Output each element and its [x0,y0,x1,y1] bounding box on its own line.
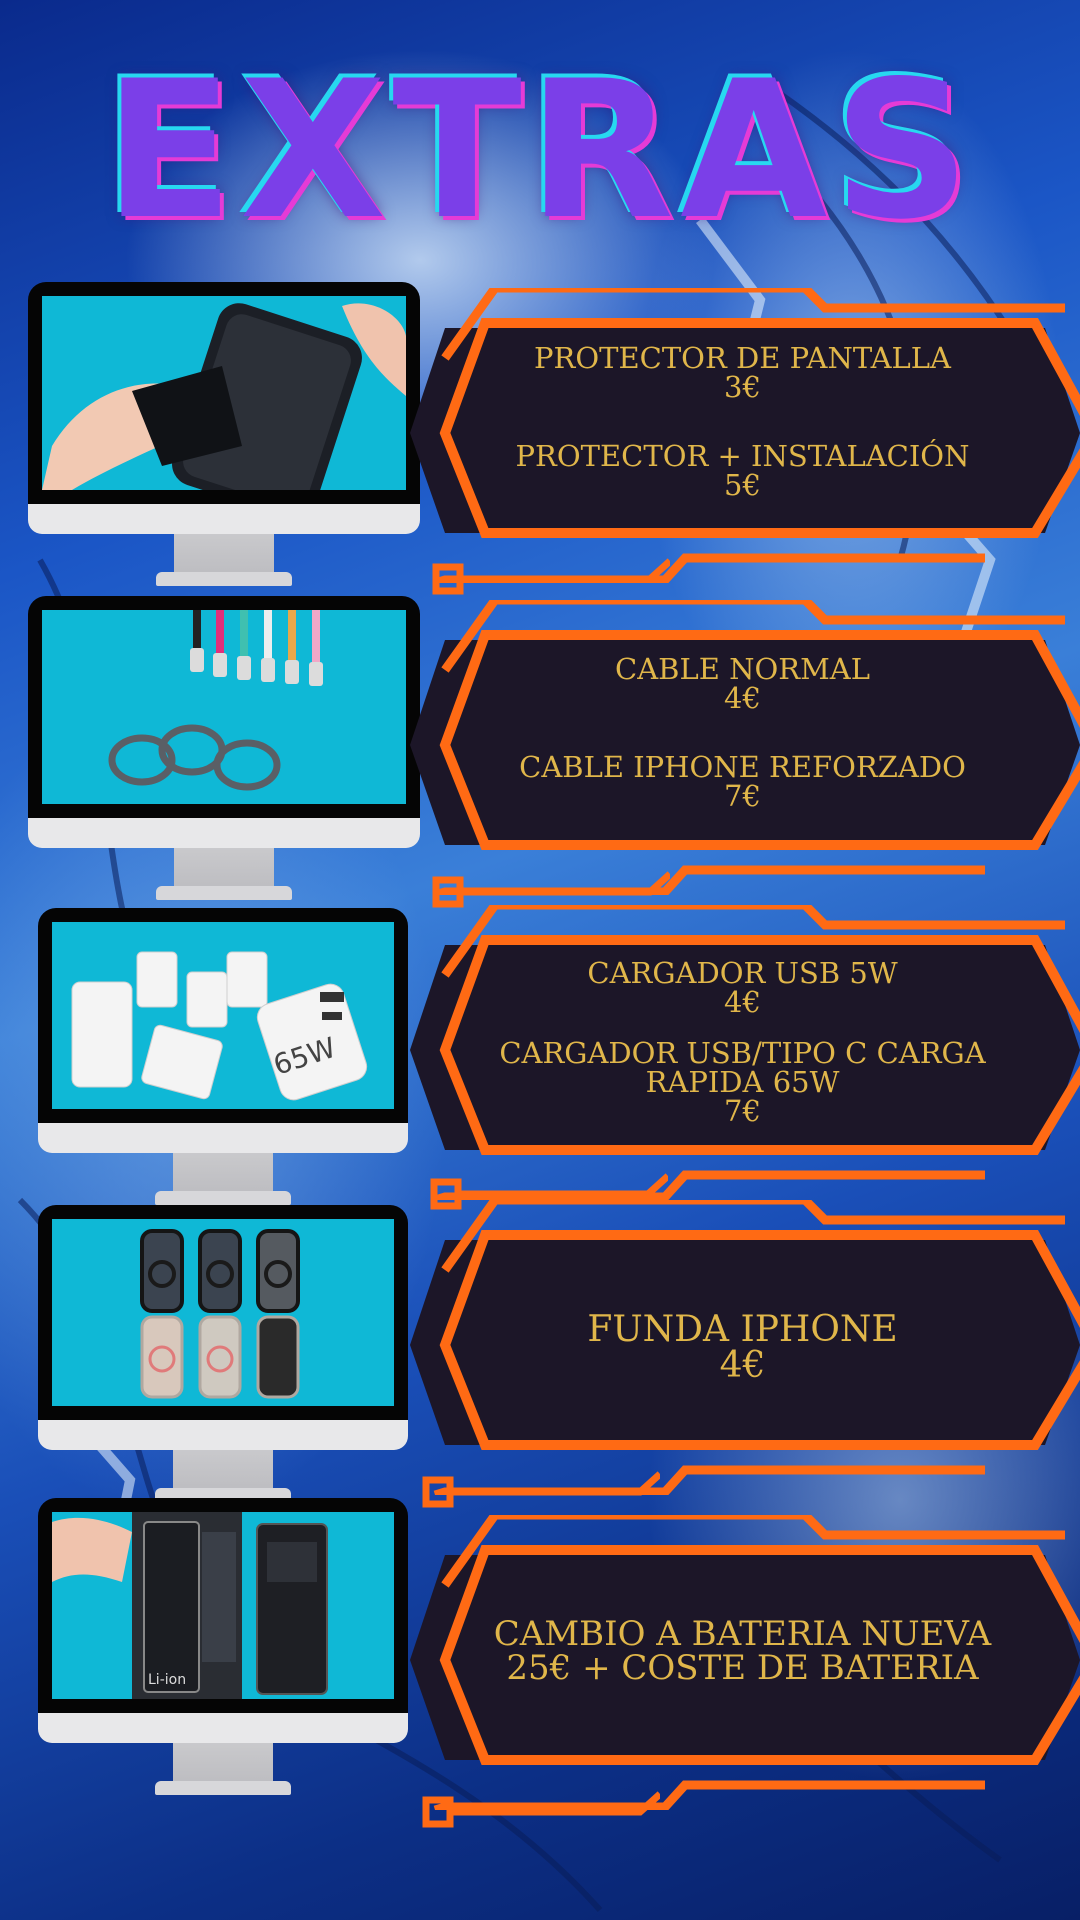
price-line: RAPIDA 65W [645,1065,840,1099]
price-line: 7€ [724,779,761,813]
charging-cables-photo [42,610,406,804]
price-line: 5€ [724,468,761,502]
price-line: 3€ [724,370,761,404]
monitor-protector [28,282,420,592]
price-line: CARGADOR USB/TIPO C CARGA [499,1036,986,1070]
price-line: CARGADOR USB 5W [587,956,898,990]
monitor-battery: Li-ion [38,1498,408,1798]
li-ion-label: Li-ion [148,1672,186,1688]
price-line: 7€ [724,1094,761,1128]
monitor-cables [28,596,420,906]
price-panel-cables: CABLE NORMAL 4€ CABLE IPHONE REFORZADO 7… [405,600,1080,895]
connector-line [422,1791,660,1828]
page-title: EXTRAS [103,40,977,261]
monitor-chargers: 65W [38,908,408,1208]
price-line: CAMBIO A BATERIA NUEVA [493,1614,992,1654]
price-line: PROTECTOR DE PANTALLA [534,341,951,375]
price-panel-cases: FUNDA IPHONE 4€ [405,1200,1080,1495]
price-line: PROTECTOR + INSTALACIÓN [515,439,970,473]
price-line: FUNDA IPHONE [587,1309,898,1350]
price-panel-chargers: CARGADOR USB 5W 4€ CARGADOR USB/TIPO C C… [405,905,1080,1200]
price-panel-protector: PROTECTOR DE PANTALLA 3€ PROTECTOR + INS… [405,288,1080,583]
usb-chargers-photo: 65W [52,922,394,1109]
price-line: 4€ [719,1345,766,1386]
price-panel-battery: CAMBIO A BATERIA NUEVA 25€ + COSTE DE BA… [405,1515,1080,1810]
price-line: CABLE NORMAL [615,652,870,686]
price-line: 4€ [724,985,761,1019]
price-line: CABLE IPHONE REFORZADO [519,750,966,784]
price-line: 25€ + COSTE DE BATERIA [506,1648,979,1688]
price-line: 4€ [724,681,761,715]
monitor-cases [38,1205,408,1505]
screen-protector-photo [42,296,406,490]
iphone-battery-photo: Li-ion [52,1512,394,1699]
iphone-cases-photo [52,1219,394,1406]
